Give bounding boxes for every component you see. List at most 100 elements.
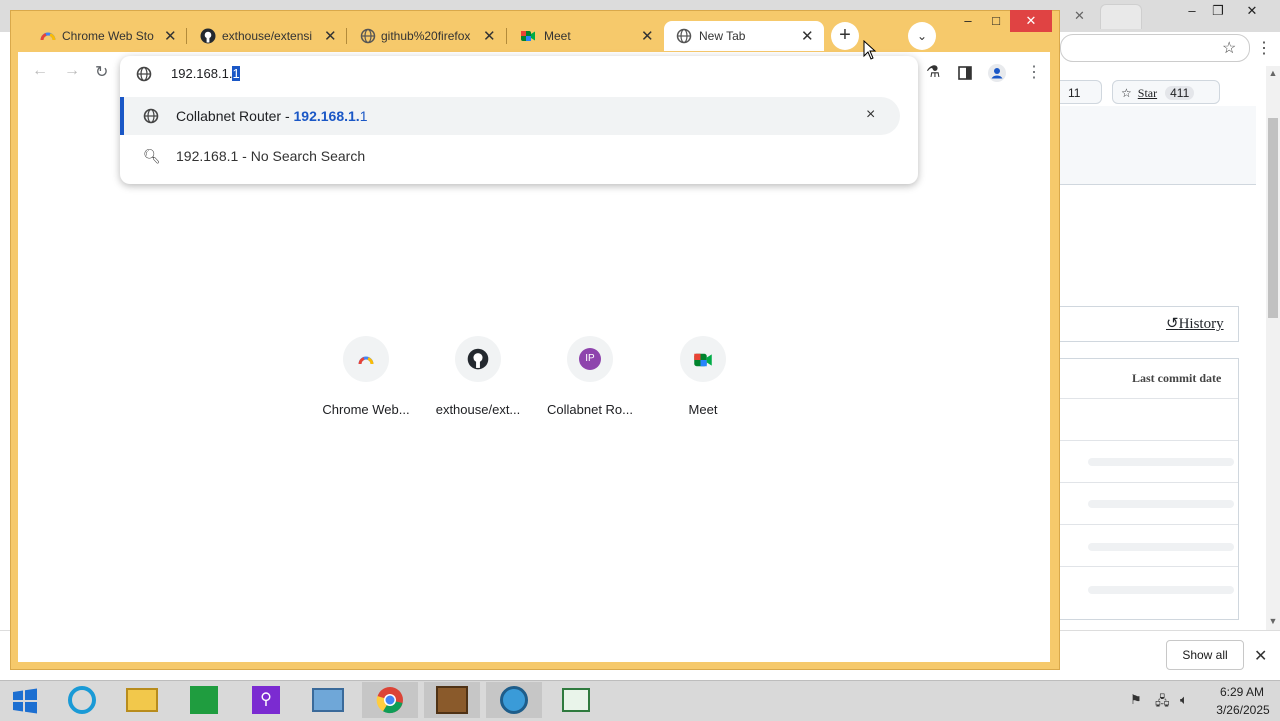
bookmark-star-icon[interactable]: ☆ [1222, 38, 1236, 58]
background-close-button[interactable]: ✕ [1236, 0, 1268, 22]
google-meet-icon [694, 353, 712, 367]
suggestion-url-match: 192.168.1. [293, 108, 360, 124]
kebab-menu-icon[interactable]: ⋮ [1256, 38, 1272, 58]
action-center-flag-icon[interactable]: ⚑ [1130, 692, 1142, 708]
tab-close-icon[interactable]: ✕ [324, 27, 337, 45]
globe-icon [136, 66, 152, 82]
shortcut-exthouse[interactable]: exthouse/ext... [428, 336, 528, 417]
search-app-icon: ⚲ [252, 686, 280, 714]
labs-flask-icon[interactable]: ⚗ [926, 62, 940, 82]
folder-icon [126, 688, 158, 712]
shortcut-label: Chrome Web... [322, 402, 410, 417]
scrollbar-thumb[interactable] [1268, 118, 1278, 318]
google-meet-icon [521, 31, 535, 41]
history-link[interactable]: ↺History [1166, 314, 1224, 333]
taskbar-store[interactable] [176, 682, 232, 718]
star-icon: ☆ [1121, 86, 1132, 100]
back-arrow-icon[interactable]: ← [32, 62, 48, 80]
table-row-divider [1060, 482, 1238, 483]
shortcut-tile: IP [567, 336, 613, 382]
side-panel-icon[interactable] [958, 66, 972, 80]
shortcut-tile [455, 336, 501, 382]
address-input[interactable]: 192.168.1.1 [171, 66, 240, 81]
taskbar-control-panel[interactable] [300, 682, 356, 718]
tab-close-icon[interactable]: ✕ [801, 27, 814, 45]
tab-title: New Tab [699, 29, 746, 43]
suggestion-separator: - [281, 108, 294, 124]
network-tray-icon[interactable]: 🖧︎ [1155, 692, 1170, 714]
fork-count-button[interactable]: 11 [1060, 80, 1102, 104]
table-row-placeholder [1088, 586, 1234, 594]
tab-separator [186, 28, 187, 44]
download-bar-close-icon[interactable]: ✕ [1254, 646, 1267, 666]
tab-exthouse[interactable]: exthouse/extensions ✕ [188, 21, 344, 51]
forward-arrow-icon[interactable]: → [64, 62, 80, 80]
tab-chrome-web-store[interactable]: Chrome Web Store ✕ [28, 21, 184, 51]
shortcut-tile [343, 336, 389, 382]
star-count: 411 [1165, 86, 1195, 100]
new-tab-button[interactable]: + [831, 22, 859, 50]
tab-separator [506, 28, 507, 44]
table-row-placeholder [1088, 458, 1234, 466]
github-icon [200, 28, 216, 44]
globe-icon [143, 108, 159, 124]
taskbar-search-app[interactable]: ⚲ [238, 682, 294, 718]
shortcut-collabnet-router[interactable]: IP Collabnet Ro... [540, 336, 640, 417]
taskbar-network-app[interactable] [486, 682, 542, 718]
taskbar-notepad-app[interactable] [548, 682, 604, 718]
star-label: Star [1137, 86, 1158, 100]
taskbar-chrome[interactable] [362, 682, 418, 718]
star-button[interactable]: ☆ Star 411 [1112, 80, 1220, 104]
tab-new-tab[interactable]: New Tab ✕ [664, 21, 824, 51]
windows-start-icon[interactable] [12, 688, 38, 714]
show-all-button[interactable]: Show all [1166, 640, 1244, 670]
clock-date[interactable]: 3/26/2025 [1208, 703, 1278, 717]
taskbar-internet-explorer[interactable] [54, 682, 110, 718]
clock-time[interactable]: 6:29 AM [1212, 685, 1272, 699]
tab-close-icon[interactable]: ✕ [641, 27, 654, 45]
store-icon [190, 686, 218, 714]
globe-icon [676, 28, 692, 44]
maximize-button[interactable]: □ [980, 10, 1012, 32]
background-tab[interactable] [1100, 4, 1142, 29]
shortcut-label: Collabnet Ro... [547, 402, 633, 417]
tab-separator [346, 28, 347, 44]
ip-badge-icon: IP [579, 348, 601, 370]
control-panel-icon [312, 688, 344, 712]
chrome-web-store-icon [358, 356, 374, 365]
suggestion-search[interactable]: 192.168.1 - No Search Search [176, 148, 365, 164]
close-window-button[interactable]: ✕ [1010, 10, 1052, 32]
scroll-down-arrow-icon[interactable]: ▼ [1266, 616, 1280, 626]
kebab-menu-icon[interactable]: ⋮ [1026, 62, 1042, 82]
suggestion-text: Collabnet Router - 192.168.1.1 [176, 108, 367, 124]
address-selected-text: 1 [232, 66, 240, 81]
tab-meet[interactable]: Meet ✕ [508, 21, 664, 51]
taskbar-file-explorer[interactable] [114, 682, 170, 718]
tab-github-firefox[interactable]: github%20firefox ✕ [348, 21, 504, 51]
shortcut-tile [680, 336, 726, 382]
scroll-up-arrow-icon[interactable]: ▲ [1266, 68, 1280, 78]
network-globe-icon [500, 686, 528, 714]
tab-close-icon[interactable]: ✕ [483, 27, 496, 45]
tab-search-button[interactable]: ⌄ [908, 22, 936, 50]
background-restore-button[interactable]: ❐ [1202, 0, 1234, 22]
suggestion-title: Collabnet Router [176, 108, 282, 124]
taskbar-archive-app[interactable] [424, 682, 480, 718]
tab-close-icon[interactable]: ✕ [164, 27, 177, 45]
last-commit-header: Last commit date [1132, 371, 1222, 385]
background-tab-close-icon[interactable]: ✕ [1074, 8, 1085, 24]
tab-title: Meet [544, 29, 571, 43]
reload-icon[interactable]: ↻ [95, 62, 108, 82]
volume-icon[interactable]: 🔈︎ [1180, 692, 1188, 708]
shortcut-chrome-web-store[interactable]: Chrome Web... [316, 336, 416, 417]
suggestion-focus-bar [120, 97, 124, 135]
shortcut-meet[interactable]: Meet [653, 336, 753, 417]
tab-title: github%20firefox [381, 29, 471, 43]
github-icon [467, 348, 489, 370]
table-row-divider [1060, 440, 1238, 441]
profile-avatar-icon[interactable] [988, 64, 1006, 82]
shortcut-label: Meet [688, 402, 718, 417]
remove-suggestion-icon[interactable]: × [866, 106, 875, 124]
shortcut-label: exthouse/ext... [435, 402, 521, 417]
suggestion-url-rest: 1 [359, 108, 368, 124]
